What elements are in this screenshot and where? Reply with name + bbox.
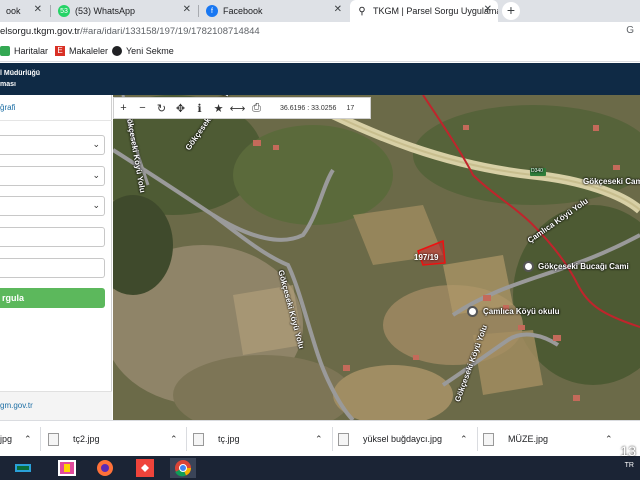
tab-facebook-1[interactable]: ook ✕: [0, 0, 48, 22]
download-item[interactable]: jpg ⌃: [0, 430, 32, 448]
tab-facebook-2[interactable]: f Facebook ✕: [200, 0, 348, 22]
map-canvas[interactable]: Gökçeseki Köyü Yolu Gökçeseki Köyü Yolu …: [113, 95, 640, 420]
download-name: tç2.jpg: [73, 434, 100, 444]
block-input[interactable]: [0, 227, 105, 247]
task-view-icon[interactable]: [12, 458, 34, 478]
school-icon[interactable]: [467, 306, 478, 317]
download-name: yüksel buğdaycı.jpg: [363, 434, 443, 444]
maps-icon: [0, 46, 10, 56]
header-title-line1: l Müdürlüğü: [0, 70, 41, 77]
close-tab-icon[interactable]: ✕: [34, 4, 42, 15]
chevron-up-icon[interactable]: ⌃: [170, 434, 178, 445]
pan-icon[interactable]: ✥: [171, 98, 190, 118]
download-name: jpg: [0, 434, 13, 444]
chevron-down-icon: ⌄: [92, 200, 100, 210]
download-name: tç.jpg: [218, 434, 240, 444]
chevron-down-icon: ⌄: [92, 170, 100, 180]
bookmark-haritalar[interactable]: Haritalar: [0, 46, 48, 56]
file-icon: [483, 432, 494, 446]
province-select[interactable]: ⌄: [0, 135, 105, 155]
url-text[interactable]: elsorgu.tkgm.gov.tr/#ara/idari/133158/19…: [0, 26, 260, 37]
chevron-up-icon[interactable]: ⌃: [605, 434, 613, 445]
zoom-in-icon[interactable]: +: [114, 98, 133, 118]
bookmarks-bar: Haritalar E Makaleler Yeni Sekme: [0, 42, 640, 62]
district-select[interactable]: ⌄: [0, 166, 105, 186]
tab-label: TKGM | Parsel Sorgu Uygulaması: [373, 6, 498, 16]
chrome-icon[interactable]: [170, 458, 196, 478]
chevron-down-icon: ⌄: [92, 139, 100, 149]
star-icon[interactable]: ★: [209, 98, 228, 118]
print-icon[interactable]: ⎙: [247, 98, 266, 118]
media-player-icon[interactable]: [56, 458, 78, 478]
bookmark-makaleler[interactable]: E Makaleler: [55, 46, 108, 56]
google-icon[interactable]: G: [626, 25, 634, 36]
sidebar: ğrafi ⌄ ⌄ ⌄ rgula gm.gov.tr: [0, 95, 112, 420]
village-label: Gökçeseki Cami: [583, 177, 640, 186]
road-sign-label: D340: [531, 168, 543, 174]
language-indicator[interactable]: TR: [625, 462, 634, 469]
tab-whatsapp[interactable]: 53 (53) WhatsApp ✕: [52, 0, 197, 22]
map-toolbar: + − ↻ ✥ ℹ ★ ⟷ ⎙ 36.6196 : 33.0256 17: [113, 97, 371, 119]
tab-label: (53) WhatsApp: [75, 6, 136, 16]
sidebar-footer: gm.gov.tr: [0, 391, 112, 420]
zoom-level: 17: [346, 104, 355, 112]
anydesk-icon[interactable]: [134, 458, 156, 478]
chevron-up-icon[interactable]: ⌃: [460, 434, 468, 445]
file-icon: [193, 432, 204, 446]
mosque-label: Gökçeseki Bucağı Cami: [538, 262, 629, 271]
measure-icon[interactable]: ⟷: [228, 98, 247, 118]
tab-tkgm[interactable]: ⚲ TKGM | Parsel Sorgu Uygulaması ✕: [350, 0, 498, 22]
address-bar[interactable]: elsorgu.tkgm.gov.tr/#ara/idari/133158/19…: [0, 22, 640, 42]
neighborhood-select[interactable]: ⌄: [0, 196, 105, 216]
download-item[interactable]: tç2.jpg ⌃: [48, 430, 178, 448]
whatsapp-icon: 53: [58, 5, 70, 17]
close-tab-icon[interactable]: ✕: [334, 4, 342, 15]
firefox-icon[interactable]: [94, 458, 116, 478]
school-label: Çamlıca Köyü okulu: [483, 307, 560, 316]
tab-label: ook: [6, 6, 21, 16]
zoom-out-icon[interactable]: −: [133, 98, 152, 118]
taskbar: 13 TR: [0, 443, 640, 480]
downloads-shelf: jpg ⌃ tç2.jpg ⌃ tç.jpg ⌃ yüksel buğdaycı…: [0, 420, 640, 456]
close-tab-icon[interactable]: ✕: [183, 4, 191, 15]
sidebar-title: ğrafi: [0, 103, 16, 112]
new-tab-button[interactable]: +: [502, 2, 520, 20]
download-name: MÜZE.jpg: [508, 434, 549, 444]
parcel-input[interactable]: [0, 258, 105, 278]
mosque-icon[interactable]: [523, 261, 534, 272]
coordinates-readout: 36.6196 : 33.0256: [280, 104, 337, 112]
browser-window: ook ✕ 53 (53) WhatsApp ✕ f Facebook ✕ ⚲ …: [0, 0, 640, 480]
info-icon[interactable]: ℹ: [190, 98, 209, 118]
parcel-label: 197/19: [414, 253, 439, 262]
footer-link[interactable]: gm.gov.tr: [0, 401, 33, 410]
bookmark-yeni-sekme[interactable]: Yeni Sekme: [112, 46, 174, 56]
app-header: l Müdürlüğü ması: [0, 63, 640, 95]
tab-strip: ook ✕ 53 (53) WhatsApp ✕ f Facebook ✕ ⚲ …: [0, 0, 640, 22]
download-item[interactable]: MÜZE.jpg ⌃: [483, 430, 613, 448]
download-item[interactable]: yüksel buğdaycı.jpg ⌃: [338, 430, 468, 448]
bookmark-label: Makaleler: [69, 46, 109, 56]
header-title-line2: ması: [0, 81, 16, 88]
bookmark-label: Haritalar: [14, 46, 49, 56]
globe-icon: [112, 46, 122, 56]
clock[interactable]: 13: [620, 443, 636, 459]
chevron-up-icon[interactable]: ⌃: [315, 434, 323, 445]
chevron-up-icon[interactable]: ⌃: [24, 434, 32, 445]
file-icon: [48, 432, 59, 446]
bookmark-e-icon: E: [55, 46, 65, 56]
refresh-icon[interactable]: ↻: [152, 98, 171, 118]
query-button[interactable]: rgula: [0, 288, 105, 308]
close-tab-icon[interactable]: ✕: [484, 4, 492, 15]
download-item[interactable]: tç.jpg ⌃: [193, 430, 323, 448]
facebook-icon: f: [206, 5, 218, 17]
location-pin-icon: ⚲: [358, 5, 366, 17]
bookmark-label: Yeni Sekme: [126, 46, 174, 56]
file-icon: [338, 432, 349, 446]
tab-label: Facebook: [223, 6, 263, 16]
